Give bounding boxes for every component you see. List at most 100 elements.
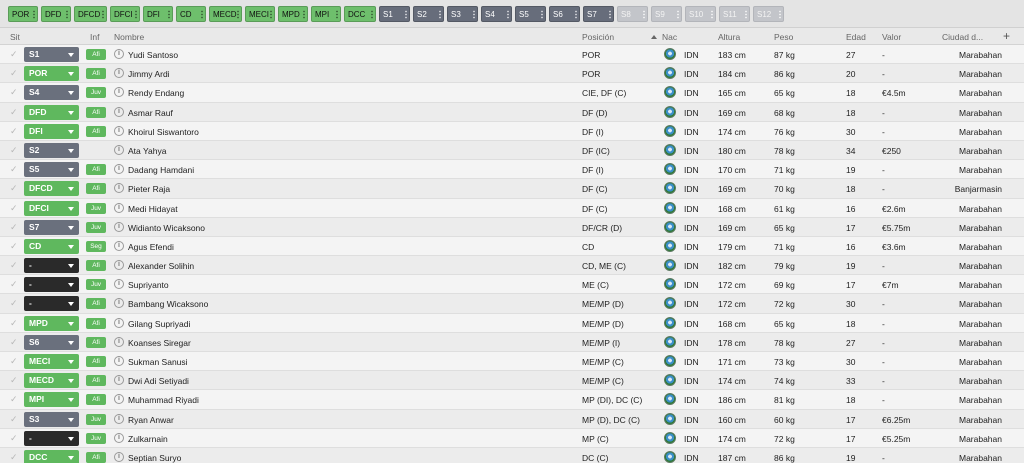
drag-handle-icon[interactable] [745, 10, 747, 19]
slot-chip-s8[interactable]: S8 [617, 6, 648, 22]
tick-icon[interactable]: ✓ [10, 145, 19, 155]
column-header-posicion[interactable]: Posición [582, 32, 614, 42]
tick-icon[interactable]: ✓ [10, 395, 19, 404]
info-icon[interactable]: i [114, 68, 124, 79]
player-name[interactable]: Ryan Anwar [128, 415, 174, 425]
slot-chip-s3[interactable]: S3 [447, 6, 478, 22]
selection-dropdown[interactable]: DFCD [24, 181, 79, 197]
selection-dropdown[interactable]: - [24, 277, 79, 293]
slot-chip-mpi[interactable]: MPI [311, 6, 341, 22]
column-header-edad[interactable]: Edad [846, 32, 866, 42]
info-icon[interactable]: i [114, 336, 124, 347]
slot-chip-s5[interactable]: S5 [515, 6, 546, 22]
slot-chip-s1[interactable]: S1 [379, 6, 410, 22]
player-name[interactable]: Ata Yahya [128, 146, 166, 156]
table-row[interactable]: ✓ - Afi i Bambang Wicaksono ME/MP (D) IDN 172 c… [0, 294, 1024, 314]
slot-chip-s11[interactable]: S11 [719, 6, 750, 22]
drag-handle-icon[interactable] [371, 10, 373, 19]
table-row[interactable]: ✓ S5 Afi i Dadang Hamdani DF (I) IDN 170 cm 71 k… [0, 160, 1024, 180]
table-row[interactable]: ✓ DFCI Juv i Medi Hidayat DF (C) IDN 168 cm 61 k… [0, 198, 1024, 218]
slot-chip-s2[interactable]: S2 [413, 6, 444, 22]
drag-handle-icon[interactable] [609, 10, 611, 19]
selection-dropdown[interactable]: CD [24, 238, 79, 254]
player-name[interactable]: Zulkarnain [128, 434, 168, 444]
column-header-sit[interactable]: Sit [10, 32, 20, 42]
tick-icon[interactable]: ✓ [10, 261, 19, 270]
player-name[interactable]: Septian Suryo [128, 453, 181, 463]
info-icon[interactable]: i [114, 279, 124, 290]
column-header-nombre[interactable]: Nombre [114, 32, 144, 42]
slot-chip-dcc[interactable]: DCC [344, 6, 376, 22]
info-icon[interactable]: i [114, 451, 124, 462]
tick-icon[interactable]: ✓ [10, 337, 19, 347]
drag-handle-icon[interactable] [779, 10, 781, 19]
table-row[interactable]: ✓ - Juv i Zulkarnain MP (C) IDN 174 cm 72 kg 17 €5… [0, 428, 1024, 448]
column-header-peso[interactable]: Peso [774, 32, 793, 42]
selection-dropdown[interactable]: S4 [24, 85, 79, 101]
selection-dropdown[interactable]: DCC [24, 449, 79, 463]
player-name[interactable]: Dadang Hamdani [128, 165, 194, 175]
selection-dropdown[interactable]: MPD [24, 315, 79, 331]
player-name[interactable]: Agus Efendi [128, 242, 174, 252]
slot-chip-s6[interactable]: S6 [549, 6, 580, 22]
drag-handle-icon[interactable] [439, 10, 441, 19]
selection-dropdown[interactable]: MECI [24, 354, 79, 369]
table-row[interactable]: ✓ DFCD Afi i Pieter Raja DF (C) IDN 169 cm 70 kg… [0, 179, 1024, 199]
player-name[interactable]: Jimmy Ardi [128, 69, 170, 79]
drag-handle-icon[interactable] [575, 10, 577, 19]
player-name[interactable]: Muhammad Riyadi [128, 395, 199, 405]
info-icon[interactable]: i [114, 202, 124, 213]
tick-icon[interactable]: ✓ [10, 165, 19, 174]
table-row[interactable]: ✓ MECI Afi i Sukman Sanusi ME/MP (C) IDN 171 cm… [0, 352, 1024, 372]
table-row[interactable]: ✓ MPD Afi i Gilang Supriyadi ME/MP (D) IDN 168 … [0, 313, 1024, 333]
info-icon[interactable]: i [114, 125, 124, 136]
drag-handle-icon[interactable] [168, 10, 170, 19]
player-name[interactable]: Bambang Wicaksono [128, 299, 208, 309]
slot-chip-mpd[interactable]: MPD [278, 6, 308, 22]
drag-handle-icon[interactable] [66, 10, 68, 19]
slot-chip-s7[interactable]: S7 [583, 6, 614, 22]
table-row[interactable]: ✓ CD Seg i Agus Efendi CD IDN 179 cm 71 kg 16 €3.6… [0, 236, 1024, 257]
drag-handle-icon[interactable] [405, 10, 407, 19]
table-row[interactable]: ✓ S4 Juv i Rendy Endang CIE, DF (C) IDN 165 cm 6… [0, 83, 1024, 103]
player-name[interactable]: Koanses Siregar [128, 338, 191, 348]
slot-chip-dfci[interactable]: DFCI [110, 6, 140, 22]
info-icon[interactable]: i [114, 106, 124, 117]
info-icon[interactable]: i [114, 221, 124, 232]
drag-handle-icon[interactable] [201, 10, 203, 19]
table-row[interactable]: ✓ MECD Afi i Dwi Adi Setiyadi ME/MP (C) IDN 174… [0, 371, 1024, 391]
info-icon[interactable]: i [114, 183, 124, 194]
tick-icon[interactable]: ✓ [10, 452, 19, 462]
column-header-ciudad[interactable]: Ciudad d... [942, 32, 983, 42]
drag-handle-icon[interactable] [507, 10, 509, 19]
slot-chip-dfd[interactable]: DFD [41, 6, 71, 22]
tick-icon[interactable]: ✓ [10, 299, 19, 308]
player-name[interactable]: Alexander Solihin [128, 261, 194, 271]
drag-handle-icon[interactable] [473, 10, 475, 19]
player-name[interactable]: Sukman Sanusi [128, 357, 188, 367]
info-icon[interactable]: i [114, 356, 124, 366]
drag-handle-icon[interactable] [135, 10, 137, 19]
slot-chip-s12[interactable]: S12 [753, 6, 784, 22]
selection-dropdown[interactable]: DFI [24, 123, 79, 139]
player-name[interactable]: Rendy Endang [128, 88, 184, 98]
add-column-button[interactable]: + [1003, 29, 1010, 43]
slot-chip-cd[interactable]: CD [176, 6, 206, 22]
slot-chip-mecd[interactable]: MECD [209, 6, 242, 22]
drag-handle-icon[interactable] [711, 10, 713, 19]
player-name[interactable]: Widianto Wicaksono [128, 223, 205, 233]
info-icon[interactable]: i [114, 144, 124, 155]
info-icon[interactable]: i [114, 87, 124, 98]
info-icon[interactable]: i [114, 298, 124, 309]
tick-icon[interactable]: ✓ [10, 184, 19, 193]
table-row[interactable]: ✓ S1 Afi i Yudi Santoso POR IDN 183 cm 87 kg 27 - M… [0, 45, 1024, 65]
slot-chip-dfcd[interactable]: DFCD [74, 6, 107, 22]
info-icon[interactable]: i [114, 240, 124, 251]
drag-handle-icon[interactable] [270, 10, 272, 19]
column-header-altura[interactable]: Altura [718, 32, 740, 42]
table-row[interactable]: ✓ S7 Juv i Widianto Wicaksono DF/CR (D) IDN 169… [0, 217, 1024, 237]
player-name[interactable]: Medi Hidayat [128, 204, 178, 214]
drag-handle-icon[interactable] [643, 10, 645, 19]
tick-icon[interactable]: ✓ [10, 69, 19, 78]
table-row[interactable]: ✓ S3 Juv i Ryan Anwar MP (D), DC (C) IDN 160 cm… [0, 409, 1024, 429]
